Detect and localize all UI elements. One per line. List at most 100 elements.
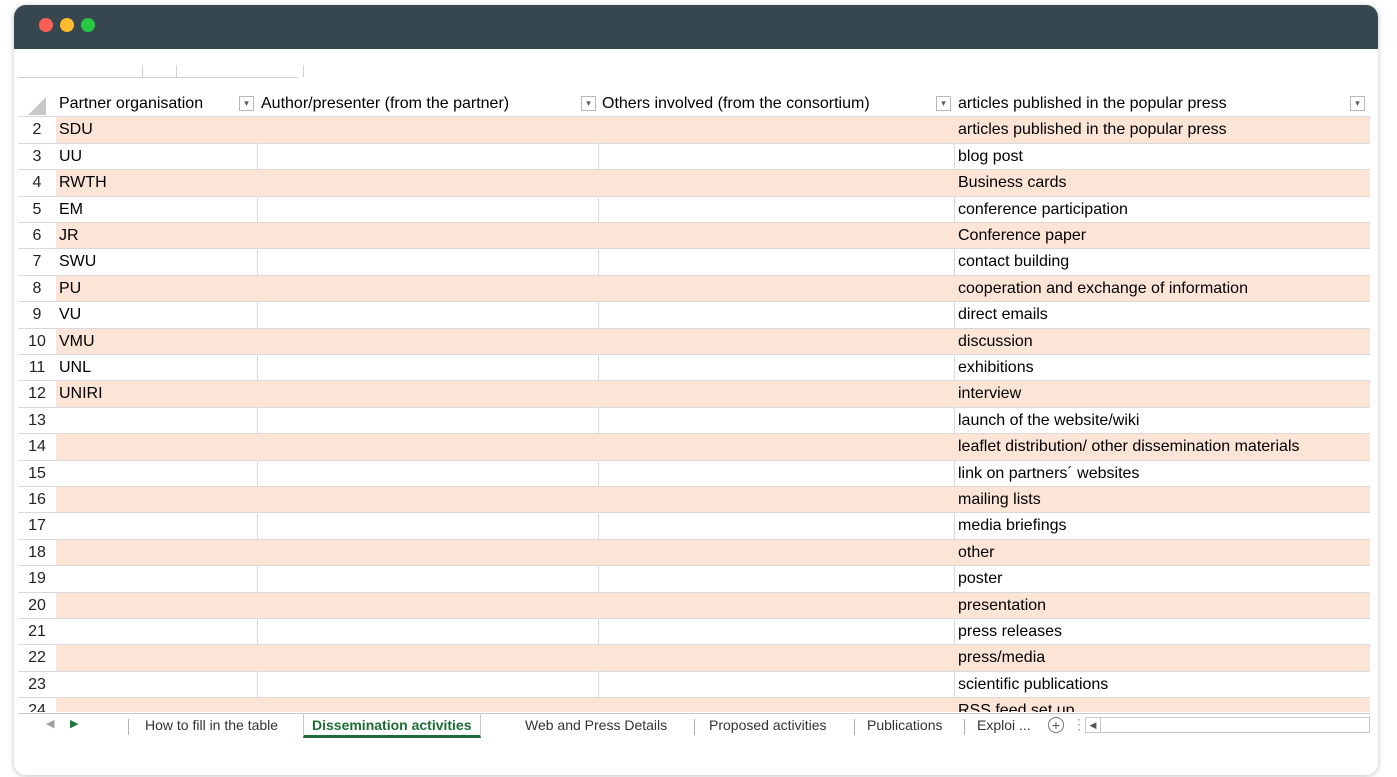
cell-others-involved[interactable] <box>599 275 955 303</box>
cell-author-presenter[interactable] <box>258 249 599 276</box>
cell-partner-organisation[interactable]: SDU <box>56 117 258 144</box>
row-number[interactable]: 20 <box>18 592 56 619</box>
cell-activity-type[interactable]: scientific publications <box>955 672 1370 699</box>
cell-activity-type[interactable]: direct emails <box>955 302 1370 329</box>
sheet-tab-exploitation[interactable]: Exploi ... <box>977 714 1031 738</box>
cell-partner-organisation[interactable]: RWTH <box>56 170 258 197</box>
cell-others-involved[interactable] <box>599 592 955 619</box>
cell-partner-organisation[interactable] <box>56 671 258 699</box>
cell-partner-organisation[interactable] <box>56 592 258 619</box>
select-all-corner[interactable] <box>18 91 56 118</box>
cell-partner-organisation[interactable]: EM <box>56 196 258 223</box>
cell-others-involved[interactable] <box>599 196 955 223</box>
cell-activity-type[interactable]: link on partners´ websites <box>955 461 1370 487</box>
sheet-tab-how-to-fill[interactable]: How to fill in the table <box>145 714 278 738</box>
cell-others-involved[interactable] <box>599 487 955 514</box>
column-header[interactable]: Author/presenter (from the partner) ▾ <box>258 91 599 118</box>
cell-author-presenter[interactable] <box>258 275 599 303</box>
sheet-tab-publications[interactable]: Publications <box>867 714 943 738</box>
cell-others-involved[interactable] <box>599 434 955 461</box>
row-number[interactable]: 16 <box>18 487 56 514</box>
row-number[interactable]: 22 <box>18 645 56 672</box>
cell-author-presenter[interactable] <box>258 698 599 712</box>
cell-activity-type[interactable]: articles published in the popular press <box>955 117 1370 144</box>
cell-author-presenter[interactable] <box>258 355 599 382</box>
cell-author-presenter[interactable] <box>258 223 599 250</box>
cell-author-presenter[interactable] <box>258 619 599 646</box>
cell-author-presenter[interactable] <box>258 460 599 487</box>
cell-activity-type[interactable]: press/media <box>955 645 1370 672</box>
close-window-button[interactable] <box>39 18 53 32</box>
cell-partner-organisation[interactable] <box>56 619 258 646</box>
row-number[interactable]: 2 <box>18 117 56 144</box>
filter-dropdown-icon[interactable]: ▾ <box>239 96 254 111</box>
cell-author-presenter[interactable] <box>258 302 599 329</box>
column-header[interactable]: Others involved (from the consortium) ▾ <box>599 91 955 118</box>
row-number[interactable]: 18 <box>18 539 56 567</box>
cell-author-presenter[interactable] <box>258 487 599 514</box>
cell-author-presenter[interactable] <box>258 170 599 197</box>
cell-partner-organisation[interactable] <box>56 487 258 514</box>
cell-others-involved[interactable] <box>599 407 955 435</box>
cell-activity-type[interactable]: press releases <box>955 619 1370 646</box>
cell-others-involved[interactable] <box>599 355 955 382</box>
cell-author-presenter[interactable] <box>258 645 599 672</box>
cell-author-presenter[interactable] <box>258 381 599 408</box>
cell-activity-type[interactable]: Conference paper <box>955 223 1370 250</box>
cell-partner-organisation[interactable]: VMU <box>56 328 258 355</box>
cell-activity-type[interactable]: leaflet distribution/ other disseminatio… <box>955 434 1370 461</box>
cell-activity-type[interactable]: cooperation and exchange of information <box>955 275 1370 303</box>
cell-partner-organisation[interactable] <box>56 434 258 461</box>
row-number[interactable]: 23 <box>18 671 56 699</box>
cell-activity-type[interactable]: presentation <box>955 592 1370 619</box>
row-number[interactable]: 6 <box>18 223 56 250</box>
cell-partner-organisation[interactable]: VU <box>56 302 258 329</box>
cell-partner-organisation[interactable] <box>56 407 258 435</box>
filter-dropdown-icon[interactable]: ▾ <box>581 96 596 111</box>
cell-activity-type[interactable]: contact building <box>955 249 1370 276</box>
row-number[interactable]: 12 <box>18 381 56 408</box>
filter-dropdown-icon[interactable]: ▾ <box>936 96 951 111</box>
column-header[interactable]: articles published in the popular press … <box>955 91 1370 118</box>
cell-activity-type[interactable]: mailing lists <box>955 487 1370 514</box>
cell-author-presenter[interactable] <box>258 671 599 699</box>
row-number[interactable]: 19 <box>18 566 56 593</box>
row-number[interactable]: 4 <box>18 170 56 197</box>
sheet-tab-web-and-press-details[interactable]: Web and Press Details <box>525 714 667 738</box>
cell-others-involved[interactable] <box>599 170 955 197</box>
next-sheet-icon[interactable]: ▶ <box>70 717 78 730</box>
minimize-window-button[interactable] <box>60 18 74 32</box>
column-header[interactable]: Partner organisation ▾ <box>56 91 258 118</box>
cell-author-presenter[interactable] <box>258 143 599 171</box>
cell-others-involved[interactable] <box>599 513 955 540</box>
cell-author-presenter[interactable] <box>258 328 599 355</box>
zoom-window-button[interactable] <box>81 18 95 32</box>
cell-partner-organisation[interactable]: JR <box>56 223 258 250</box>
horizontal-scrollbar[interactable]: ◀ <box>1085 717 1370 733</box>
row-number[interactable]: 9 <box>18 302 56 329</box>
cell-others-involved[interactable] <box>599 223 955 250</box>
cell-others-involved[interactable] <box>599 381 955 408</box>
row-number[interactable]: 5 <box>18 196 56 223</box>
cell-activity-type[interactable]: Business cards <box>955 170 1370 197</box>
cell-partner-organisation[interactable]: UU <box>56 143 258 171</box>
cell-others-involved[interactable] <box>599 645 955 672</box>
cell-activity-type[interactable]: launch of the website/wiki <box>955 408 1370 435</box>
cell-partner-organisation[interactable] <box>56 698 258 712</box>
cell-partner-organisation[interactable]: UNL <box>56 355 258 382</box>
cell-author-presenter[interactable] <box>258 434 599 461</box>
row-number[interactable]: 11 <box>18 355 56 382</box>
cell-partner-organisation[interactable] <box>56 539 258 567</box>
cell-partner-organisation[interactable] <box>56 566 258 593</box>
cell-author-presenter[interactable] <box>258 407 599 435</box>
cell-others-involved[interactable] <box>599 698 955 712</box>
cell-partner-organisation[interactable]: UNIRI <box>56 381 258 408</box>
cell-partner-organisation[interactable] <box>56 513 258 540</box>
cell-others-involved[interactable] <box>599 117 955 144</box>
cell-author-presenter[interactable] <box>258 196 599 223</box>
ribbon-tab[interactable] <box>18 65 143 77</box>
cell-author-presenter[interactable] <box>258 513 599 540</box>
sheet-grid[interactable]: Partner organisation ▾ Author/presenter … <box>18 91 1370 712</box>
add-sheet-button[interactable]: + <box>1048 717 1064 733</box>
row-number[interactable]: 17 <box>18 513 56 540</box>
